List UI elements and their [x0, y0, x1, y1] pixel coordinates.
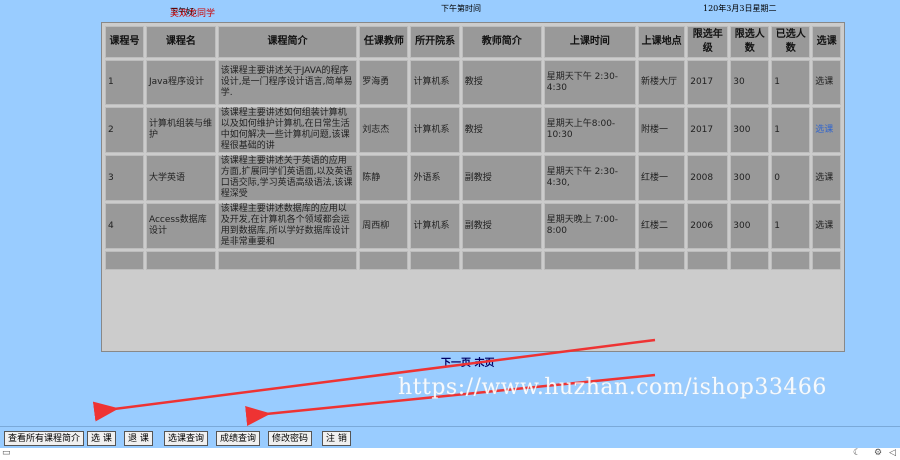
course-query-button[interactable]: 选课查询 — [164, 431, 209, 446]
view-all-courses-button[interactable]: 查看所有课程简介 — [4, 431, 85, 446]
drop-course-button[interactable]: 退 课 — [124, 431, 153, 446]
settings-icon: ⚙ — [874, 448, 883, 458]
moon-icon: ☾ — [853, 448, 862, 458]
bottom-toolbar: 查看所有课程简介 选 课 退 课 选课查询 成绩查询 修改密码 注 销 — [0, 426, 900, 449]
speaker-icon: ◁ — [889, 448, 896, 458]
status-bar: ▭ ☾ ⚙ ◁ — [0, 448, 900, 460]
page-icon: ▭ — [2, 448, 11, 458]
grade-query-button[interactable]: 成绩查询 — [216, 431, 261, 446]
change-password-button[interactable]: 修改密码 — [268, 431, 313, 446]
watermark: https://www.huzhan.com/ishop33466 — [398, 375, 827, 400]
select-course-button[interactable]: 选 课 — [87, 431, 116, 446]
logout-button[interactable]: 注 销 — [322, 431, 351, 446]
